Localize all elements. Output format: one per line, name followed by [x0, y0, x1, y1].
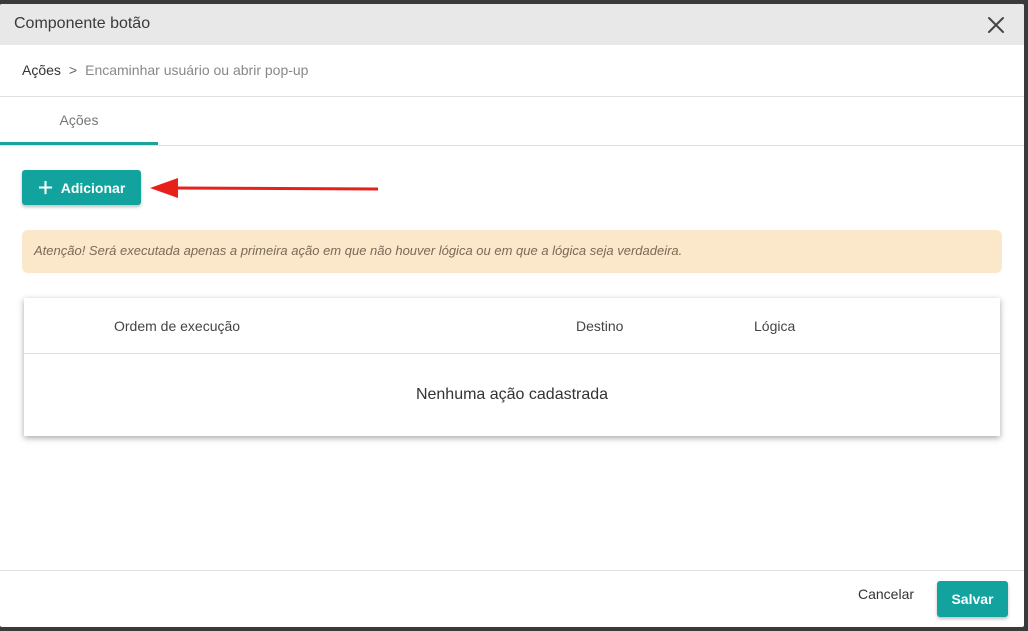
actions-table: Ordem de execução Destino Lógica Nenhuma… — [24, 298, 1000, 436]
warning-alert: Atenção! Será executada apenas a primeir… — [22, 230, 1002, 273]
add-button-label: Adicionar — [60, 179, 126, 196]
plus-icon — [38, 180, 52, 195]
dialog-titlebar: Componente botão — [0, 4, 1024, 45]
tab-acoes[interactable]: Ações — [0, 97, 158, 145]
save-button[interactable]: Salvar — [937, 581, 1008, 617]
cancel-button[interactable]: Cancelar — [848, 586, 924, 610]
column-header-ordem[interactable]: Ordem de execução — [114, 318, 240, 334]
column-header-destino[interactable]: Destino — [576, 318, 623, 334]
close-icon[interactable] — [984, 13, 1008, 37]
breadcrumb-item-current: Encaminhar usuário ou abrir pop-up — [85, 62, 309, 78]
dialog: Componente botão Ações > Encaminhar usuári… — [0, 4, 1024, 627]
divider — [0, 570, 1024, 571]
divider — [0, 145, 1024, 146]
annotation-arrow-icon — [150, 178, 379, 198]
empty-state-message: Nenhuma ação cadastrada — [415, 386, 609, 403]
breadcrumb: Ações > Encaminhar usuário ou abrir pop-up — [22, 62, 308, 78]
table-divider — [24, 353, 1000, 354]
breadcrumb-separator: > — [68, 62, 78, 78]
column-header-logica[interactable]: Lógica — [754, 318, 795, 334]
dialog-title: Componente botão — [14, 15, 151, 32]
add-button[interactable]: Adicionar — [22, 170, 141, 205]
breadcrumb-item-acoes[interactable]: Ações — [22, 62, 61, 78]
